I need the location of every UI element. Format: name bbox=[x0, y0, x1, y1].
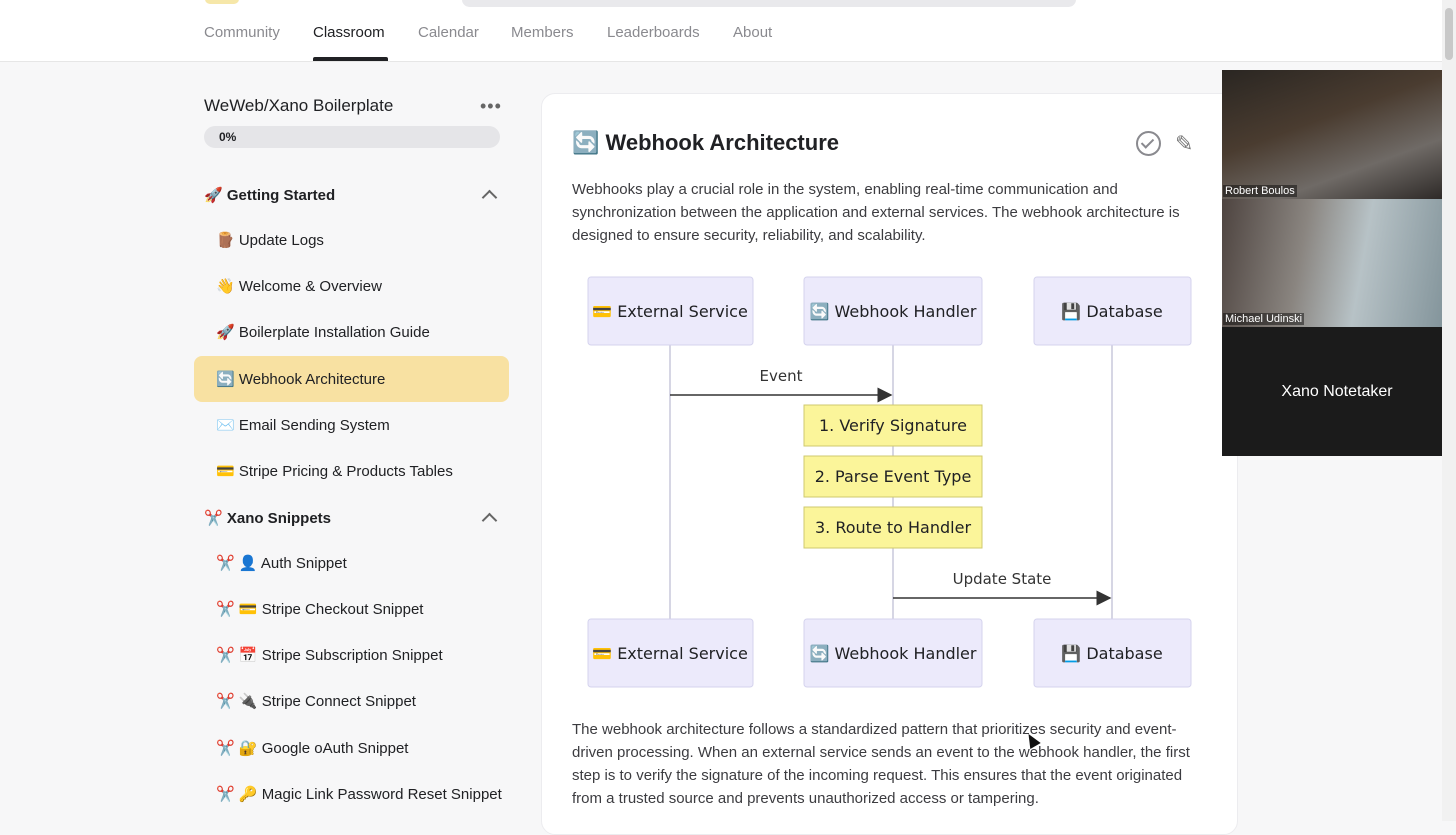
video-tile-michael[interactable]: Michael Udinski bbox=[1222, 199, 1452, 327]
participant-label: 💳 External Service bbox=[592, 302, 748, 321]
participant-label: 🔄 Webhook Handler bbox=[810, 302, 977, 321]
check-circle-icon[interactable] bbox=[1136, 131, 1161, 156]
participant-label: 💳 External Service bbox=[592, 644, 748, 663]
lesson-item-label: ✂️ 🔐 Google oAuth Snippet bbox=[216, 740, 409, 757]
participant-database-bottom: 💾 Database bbox=[1033, 618, 1192, 688]
video-call-panel: Robert Boulos Michael Udinski Xano Notet… bbox=[1222, 70, 1452, 456]
message-label-update-state: Update State bbox=[953, 570, 1052, 588]
participant-name: Michael Udinski bbox=[1223, 313, 1305, 325]
tab-leaderboards[interactable]: Leaderboards bbox=[607, 24, 700, 41]
participant-label: 💾 Database bbox=[1061, 302, 1162, 321]
note-parse-event-type: 2. Parse Event Type bbox=[803, 455, 983, 498]
tab-community[interactable]: Community bbox=[204, 24, 280, 41]
note-label: 2. Parse Event Type bbox=[815, 467, 972, 486]
lesson-item-google-oauth[interactable]: ✂️ 🔐 Google oAuth Snippet bbox=[194, 725, 509, 771]
lesson-item-stripe-pricing[interactable]: 💳 Stripe Pricing & Products Tables bbox=[194, 448, 509, 494]
note-route-to-handler: 3. Route to Handler bbox=[803, 506, 983, 549]
lesson-intro-paragraph: Webhooks play a crucial role in the syst… bbox=[572, 181, 1180, 244]
notetaker-label: Xano Notetaker bbox=[1281, 383, 1393, 400]
participant-external-service-top: 💳 External Service bbox=[587, 276, 754, 346]
note-label: 1. Verify Signature bbox=[819, 416, 967, 435]
search-bar[interactable] bbox=[462, 0, 1076, 7]
message-label-event: Event bbox=[760, 367, 803, 385]
participant-webhook-handler-bottom: 🔄 Webhook Handler bbox=[803, 618, 983, 688]
progress-label: 0% bbox=[219, 130, 237, 144]
lesson-item-auth-snippet[interactable]: ✂️ 👤 Auth Snippet bbox=[194, 540, 509, 586]
course-title: WeWeb/Xano Boilerplate bbox=[204, 96, 394, 115]
section-getting-started[interactable]: 🚀 Getting Started bbox=[204, 186, 335, 204]
participant-label: 🔄 Webhook Handler bbox=[810, 644, 977, 663]
lesson-item-stripe-connect[interactable]: ✂️ 🔌 Stripe Connect Snippet bbox=[194, 678, 509, 724]
scrollbar-thumb[interactable] bbox=[1445, 8, 1453, 60]
lesson-title: 🔄 Webhook Architecture bbox=[572, 130, 839, 155]
lesson-item-label: ✂️ 👤 Auth Snippet bbox=[216, 555, 347, 572]
participant-database-top: 💾 Database bbox=[1033, 276, 1192, 346]
lesson-item-label: 🪵 Update Logs bbox=[216, 232, 324, 249]
video-tile-notetaker[interactable]: Xano Notetaker bbox=[1222, 327, 1452, 456]
tab-classroom[interactable]: Classroom bbox=[313, 24, 385, 41]
tab-members[interactable]: Members bbox=[511, 24, 574, 41]
course-progress-bar: 0% bbox=[204, 126, 500, 148]
lesson-item-installation-guide[interactable]: 🚀 Boilerplate Installation Guide bbox=[194, 309, 509, 355]
chevron-up-icon[interactable] bbox=[481, 512, 498, 529]
chevron-up-icon[interactable] bbox=[481, 189, 498, 206]
lesson-item-label: ✉️ Email Sending System bbox=[216, 417, 390, 434]
lesson-item-label: ✂️ 📅 Stripe Subscription Snippet bbox=[216, 647, 443, 664]
section-xano-snippets[interactable]: ✂️ Xano Snippets bbox=[204, 509, 331, 527]
lesson-item-stripe-checkout[interactable]: ✂️ 💳 Stripe Checkout Snippet bbox=[194, 586, 509, 632]
video-tile-robert[interactable]: Robert Boulos bbox=[1222, 70, 1452, 199]
sequence-diagram: 💳 External Service 🔄 Webhook Handler 💾 D… bbox=[587, 276, 1192, 688]
lesson-item-label: ✂️ 💳 Stripe Checkout Snippet bbox=[216, 601, 424, 618]
lesson-item-magic-link[interactable]: ✂️ 🔑 Magic Link Password Reset Snippet bbox=[194, 771, 509, 817]
lesson-item-label: 🚀 Boilerplate Installation Guide bbox=[216, 324, 430, 341]
note-label: 3. Route to Handler bbox=[815, 518, 971, 537]
lesson-item-label: 👋 Welcome & Overview bbox=[216, 278, 382, 295]
more-horizontal-icon[interactable]: ••• bbox=[480, 96, 502, 117]
lesson-item-label: ✂️ 🔑 Magic Link Password Reset Snippet bbox=[216, 786, 502, 803]
lesson-item-label: 💳 Stripe Pricing & Products Tables bbox=[216, 463, 453, 480]
participant-external-service-bottom: 💳 External Service bbox=[587, 618, 754, 688]
tab-about[interactable]: About bbox=[733, 24, 772, 41]
lesson-item-email-sending[interactable]: ✉️ Email Sending System bbox=[194, 402, 509, 448]
pencil-icon[interactable]: ✎ bbox=[1175, 131, 1193, 157]
top-nav-bar: Community Classroom Calendar Members Lea… bbox=[0, 0, 1442, 62]
participant-label: 💾 Database bbox=[1061, 644, 1162, 663]
lesson-body-paragraph: The webhook architecture follows a stand… bbox=[572, 721, 1190, 807]
tab-calendar[interactable]: Calendar bbox=[418, 24, 479, 41]
lesson-item-welcome-overview[interactable]: 👋 Welcome & Overview bbox=[194, 263, 509, 309]
active-tab-indicator bbox=[313, 57, 388, 61]
page-scrollbar[interactable] bbox=[1442, 0, 1456, 821]
lesson-item-label: 🔄 Webhook Architecture bbox=[216, 371, 386, 388]
note-verify-signature: 1. Verify Signature bbox=[803, 404, 983, 447]
participant-webhook-handler-top: 🔄 Webhook Handler bbox=[803, 276, 983, 346]
participant-name: Robert Boulos bbox=[1223, 185, 1297, 197]
logo[interactable] bbox=[205, 0, 239, 4]
lesson-item-stripe-subscription[interactable]: ✂️ 📅 Stripe Subscription Snippet bbox=[194, 632, 509, 678]
lesson-item-webhook-architecture[interactable]: 🔄 Webhook Architecture bbox=[194, 356, 509, 402]
lesson-item-label: ✂️ 🔌 Stripe Connect Snippet bbox=[216, 693, 416, 710]
lesson-item-update-logs[interactable]: 🪵 Update Logs bbox=[194, 217, 509, 263]
